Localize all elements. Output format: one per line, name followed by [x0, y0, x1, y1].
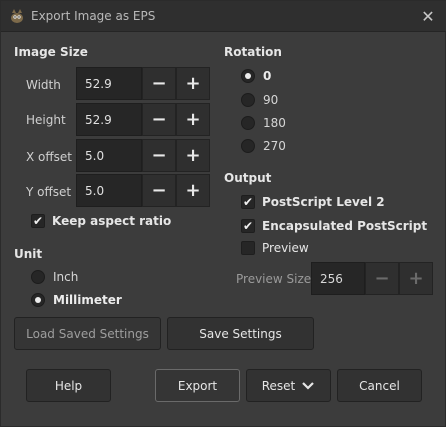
rotation-270-radio[interactable]: 270 [241, 139, 286, 153]
check-icon: ✔ [241, 195, 255, 209]
help-button[interactable]: Help [26, 369, 111, 402]
reset-label: Reset [261, 378, 296, 393]
preview-checkbox[interactable]: Preview [241, 241, 309, 255]
unit-millimeter-radio[interactable]: Millimeter [31, 293, 122, 307]
preview-size-label: Preview Size [236, 272, 312, 286]
postscript-level2-label: PostScript Level 2 [262, 195, 385, 209]
x-offset-input[interactable]: 5.0 [76, 139, 142, 172]
width-increase-button[interactable]: + [176, 67, 210, 100]
encapsulated-postscript-checkbox[interactable]: ✔ Encapsulated PostScript [241, 219, 427, 233]
rotation-heading: Rotation [224, 45, 282, 59]
radio-indicator [241, 139, 255, 153]
unit-inch-radio[interactable]: Inch [31, 270, 78, 284]
load-saved-settings-button[interactable]: Load Saved Settings [14, 317, 161, 350]
encapsulated-postscript-label: Encapsulated PostScript [262, 219, 428, 233]
preview-size-input[interactable]: 256 [311, 262, 365, 295]
preview-size-spinner: 256 − + [311, 262, 433, 295]
height-increase-button[interactable]: + [176, 103, 210, 136]
rotation-90-label: 90 [263, 93, 279, 107]
preview-size-increase-button[interactable]: + [399, 262, 433, 295]
title-bar: Export Image as EPS ✕ [1, 1, 446, 32]
keep-aspect-label: Keep aspect ratio [52, 214, 172, 228]
rotation-180-label: 180 [263, 116, 286, 130]
gimp-app-icon [11, 9, 23, 23]
reset-button[interactable]: Reset [246, 369, 331, 402]
radio-indicator [241, 93, 255, 107]
cancel-button[interactable]: Cancel [337, 369, 422, 402]
unit-inch-label: Inch [53, 270, 79, 284]
postscript-level2-checkbox[interactable]: ✔ PostScript Level 2 [241, 195, 385, 209]
width-spinner: 52.9 − + [76, 67, 210, 100]
export-eps-dialog: Export Image as EPS ✕ Image Size Width 5… [0, 0, 446, 427]
unit-millimeter-label: Millimeter [53, 293, 122, 307]
radio-indicator [31, 270, 45, 284]
close-icon[interactable]: ✕ [419, 7, 437, 26]
height-decrease-button[interactable]: − [142, 103, 176, 136]
preview-label: Preview [262, 241, 309, 255]
width-input[interactable]: 52.9 [76, 67, 142, 100]
unchecked-box [241, 241, 255, 255]
y-offset-spinner: 5.0 − + [76, 174, 210, 207]
check-icon: ✔ [241, 219, 255, 233]
radio-indicator [241, 69, 255, 83]
x-offset-increase-button[interactable]: + [176, 139, 210, 172]
height-spinner: 52.9 − + [76, 103, 210, 136]
height-label: Height [26, 113, 66, 127]
preview-size-decrease-button[interactable]: − [365, 262, 399, 295]
rotation-90-radio[interactable]: 90 [241, 93, 278, 107]
y-offset-decrease-button[interactable]: − [142, 174, 176, 207]
x-offset-decrease-button[interactable]: − [142, 139, 176, 172]
keep-aspect-checkbox[interactable]: ✔ Keep aspect ratio [31, 214, 171, 228]
save-settings-button[interactable]: Save Settings [167, 317, 314, 350]
radio-indicator [241, 116, 255, 130]
y-offset-input[interactable]: 5.0 [76, 174, 142, 207]
unit-heading: Unit [14, 247, 43, 261]
rotation-270-label: 270 [263, 139, 286, 153]
x-offset-spinner: 5.0 − + [76, 139, 210, 172]
x-offset-label: X offset [26, 150, 72, 164]
rotation-0-label: 0 [263, 69, 272, 83]
window-title: Export Image as EPS [31, 9, 156, 23]
width-label: Width [26, 78, 61, 92]
radio-indicator [31, 293, 45, 307]
rotation-0-radio[interactable]: 0 [241, 69, 271, 83]
output-heading: Output [224, 171, 272, 185]
y-offset-label: Y offset [26, 185, 72, 199]
height-input[interactable]: 52.9 [76, 103, 142, 136]
export-button[interactable]: Export [155, 369, 240, 402]
keep-aspect-check-icon: ✔ [31, 214, 45, 228]
chevron-down-icon [302, 381, 315, 390]
rotation-180-radio[interactable]: 180 [241, 116, 286, 130]
width-decrease-button[interactable]: − [142, 67, 176, 100]
y-offset-increase-button[interactable]: + [176, 174, 210, 207]
image-size-heading: Image Size [14, 45, 88, 59]
